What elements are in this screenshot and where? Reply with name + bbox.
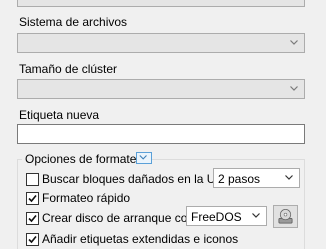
chevron-down-icon <box>285 175 293 180</box>
volume-label-label: Etiqueta nueva <box>19 108 100 122</box>
extended-label-label: Añadir etiquetas extendidas e iconos <box>42 232 239 246</box>
cluster-size-select[interactable] <box>17 79 305 99</box>
chevron-down-icon <box>252 213 260 218</box>
bad-blocks-checkbox[interactable] <box>26 173 39 186</box>
select-image-button[interactable] <box>273 205 298 228</box>
expand-toggle-icon[interactable] <box>136 152 152 164</box>
boot-source-select[interactable]: FreeDOS <box>186 206 267 226</box>
checkmark-icon <box>28 194 37 203</box>
checkmark-icon <box>28 235 37 244</box>
chevron-down-icon <box>290 86 298 91</box>
filesystem-label: Sistema de archivos <box>19 15 128 29</box>
format-options-title: Opciones de formateo <box>22 152 147 166</box>
bad-blocks-passes-select[interactable]: 2 pasos <box>213 168 300 188</box>
extended-label-checkbox[interactable] <box>26 233 39 246</box>
bootable-checkbox[interactable] <box>26 212 39 225</box>
filesystem-select[interactable] <box>17 33 305 53</box>
quick-format-checkbox[interactable] <box>26 192 39 205</box>
quick-format-label: Formateo rápido <box>42 191 131 205</box>
bootable-label: Crear disco de arranque con: <box>42 211 198 225</box>
cluster-size-label: Tamaño de clúster <box>19 62 118 76</box>
top-combobox[interactable] <box>17 0 305 7</box>
checkmark-icon <box>28 214 37 223</box>
volume-label-input[interactable] <box>17 124 305 144</box>
disk-image-icon <box>278 209 293 224</box>
chevron-down-icon <box>290 40 298 45</box>
bad-blocks-label: Buscar bloques dañados en la USB: <box>42 172 235 186</box>
